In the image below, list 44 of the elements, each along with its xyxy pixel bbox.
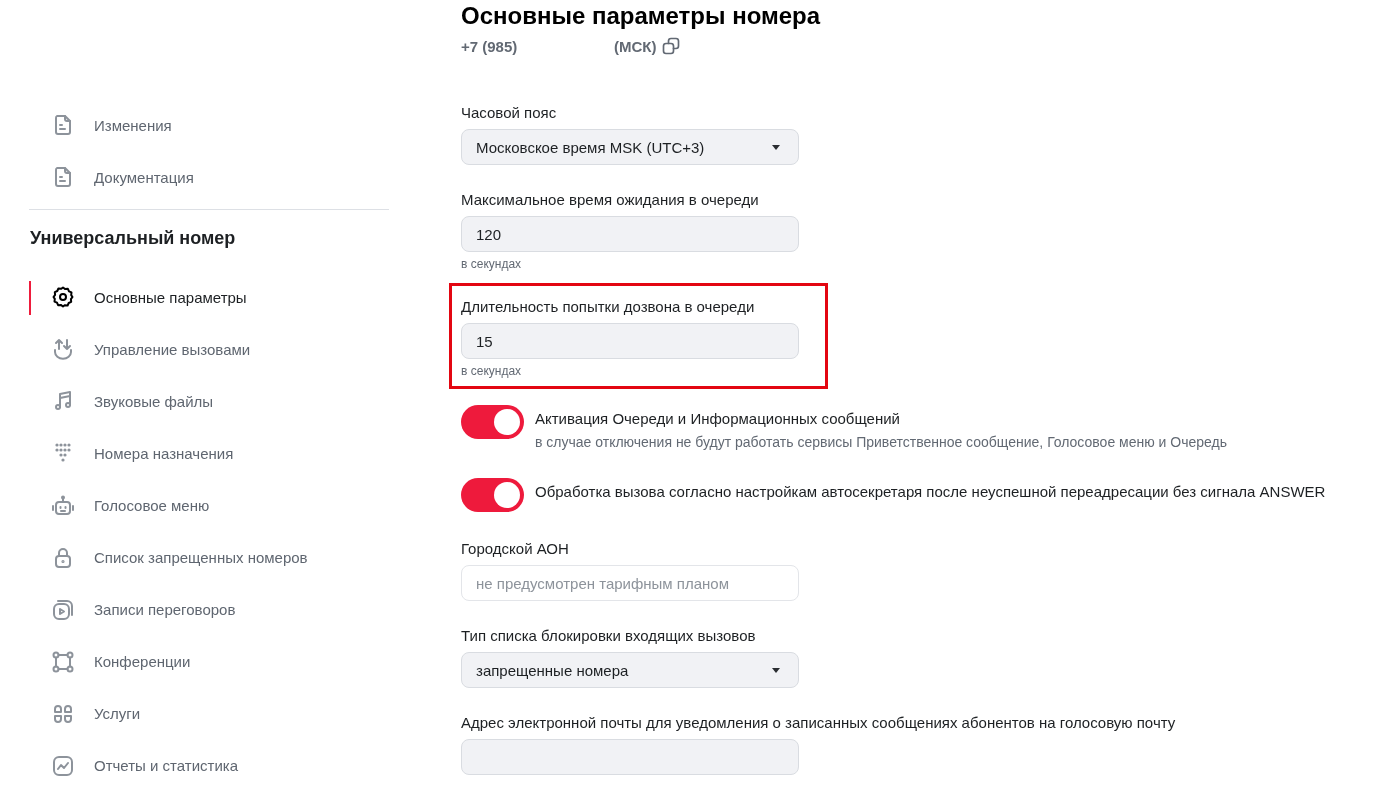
input-field[interactable] <box>461 739 799 775</box>
field-label: Длительность попытки дозвона в очереди <box>461 298 755 315</box>
nav-item[interactable]: Управление вызовами <box>29 333 251 366</box>
select-field[interactable]: Московское время MSK (UTC+3) <box>461 129 799 165</box>
nav-item[interactable]: Основные параметры <box>29 281 247 314</box>
chart-icon <box>51 753 75 778</box>
nodes-icon <box>51 649 75 674</box>
nav-item[interactable]: Список запрещенных номеров <box>29 541 308 574</box>
recording-icon <box>51 597 75 622</box>
call-transfer-icon <box>51 337 75 362</box>
active-indicator <box>29 281 31 316</box>
input-field[interactable]: 120 <box>461 216 799 252</box>
caret-icon <box>772 144 780 150</box>
field-hint: в секундах <box>461 364 522 378</box>
nav-item[interactable]: Голосовое меню <box>29 489 210 522</box>
robot-icon <box>51 493 75 518</box>
toggle-switch[interactable] <box>461 405 524 439</box>
toggle-label: Обработка вызова согласно настройкам автосекретаря после неуспешной переадресации без сигнала ANSWER <box>535 483 1326 500</box>
field-label: Городской АОН <box>461 540 569 557</box>
nav-item[interactable]: Документация <box>29 161 194 194</box>
region-label: (МСК) <box>614 37 657 55</box>
page-title: Основные параметры номера <box>461 2 821 30</box>
toggle-description: в случае отключения не будут работать сервисы Приветственное сообщение, Голосовое меню и Очередь <box>535 434 1227 450</box>
phone-number: +7 (985) <box>461 37 519 55</box>
copy-icon[interactable] <box>661 36 682 56</box>
toggle-label: Активация Очереди и Информационных сообщений <box>535 410 900 427</box>
select-field[interactable]: запрещенные номера <box>461 652 799 688</box>
nav-item[interactable]: Конференции <box>29 645 191 678</box>
field-label: Тип списка блокировки входящих вызовов <box>461 627 756 644</box>
section-title: Универсальный номер <box>30 228 236 250</box>
nav-item[interactable]: Изменения <box>29 109 172 142</box>
nav-item[interactable]: Номера назначения <box>29 437 234 470</box>
field-label: Максимальное время ожидания в очереди <box>461 191 759 208</box>
field-label: Часовой пояс <box>461 104 557 121</box>
input-field[interactable]: 15 <box>461 323 799 359</box>
field-hint: в секундах <box>461 257 522 271</box>
nav-item[interactable]: Отчеты и статистика <box>29 749 238 782</box>
field-label: Адрес электронной почты для уведомления о записанных сообщениях абонентов на голосовую почту <box>461 714 1176 731</box>
nav-item[interactable]: Услуги <box>29 697 141 730</box>
toggle-switch[interactable] <box>461 478 524 512</box>
caret-icon <box>772 667 780 673</box>
nav-item[interactable]: Звуковые файлы <box>29 385 214 418</box>
nav-item[interactable]: Записи переговоров <box>29 593 236 626</box>
settings-icon <box>51 285 75 310</box>
